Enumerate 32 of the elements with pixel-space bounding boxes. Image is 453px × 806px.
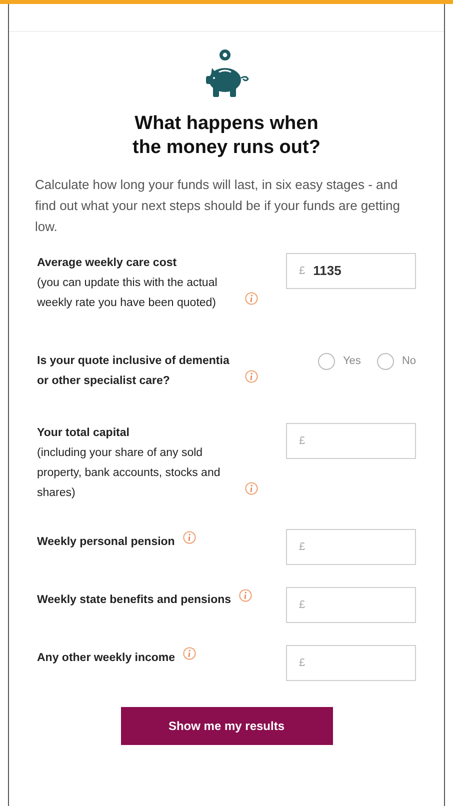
field-note: (you can update this with the actual weekly rate you have been quoted) [37,276,218,311]
currency-field[interactable]: £ [286,423,416,459]
field-note: (including your share of any sold property, bank accounts, stocks and shares) [37,446,222,501]
intro-text: Calculate how long your funds will last, in six easy stages - and find out what your next steps should be if your funds are getting low. [34,176,401,236]
currency-prefix: £ [299,434,306,449]
radio-button[interactable] [376,353,394,370]
currency-prefix: £ [299,656,306,671]
currency-field[interactable]: £ [286,587,416,623]
radio-button[interactable] [318,353,335,370]
radio-label: Yes [342,354,361,370]
radio-label: No [402,354,416,370]
show-results-button[interactable]: Show me my results [120,707,332,745]
field-label: Weekly personal pension [37,535,175,550]
currency-field[interactable]: £ [286,529,416,565]
field-label: Any other weekly income [37,651,176,666]
info-icon[interactable] [182,531,196,544]
currency-field[interactable]: £ 1135 [286,253,416,289]
currency-prefix: £ [299,540,306,555]
currency-prefix: £ [299,264,306,279]
page-title: What happens when the money runs out? [132,112,322,160]
field-label: Average weekly care cost [37,256,178,271]
currency-field[interactable]: £ [286,645,416,681]
info-icon[interactable] [239,589,252,602]
field-value: 1135 [313,262,342,280]
info-icon[interactable] [245,370,258,383]
info-icon[interactable] [245,482,258,495]
info-icon[interactable] [245,292,258,305]
info-icon[interactable] [183,647,196,660]
field-label: Weekly state benefits and pensions [37,593,232,608]
field-label: Your total capital [37,426,130,441]
field-label: Is your quote inclusive of dementia or other specialist care? [37,354,230,389]
currency-prefix: £ [299,598,306,613]
